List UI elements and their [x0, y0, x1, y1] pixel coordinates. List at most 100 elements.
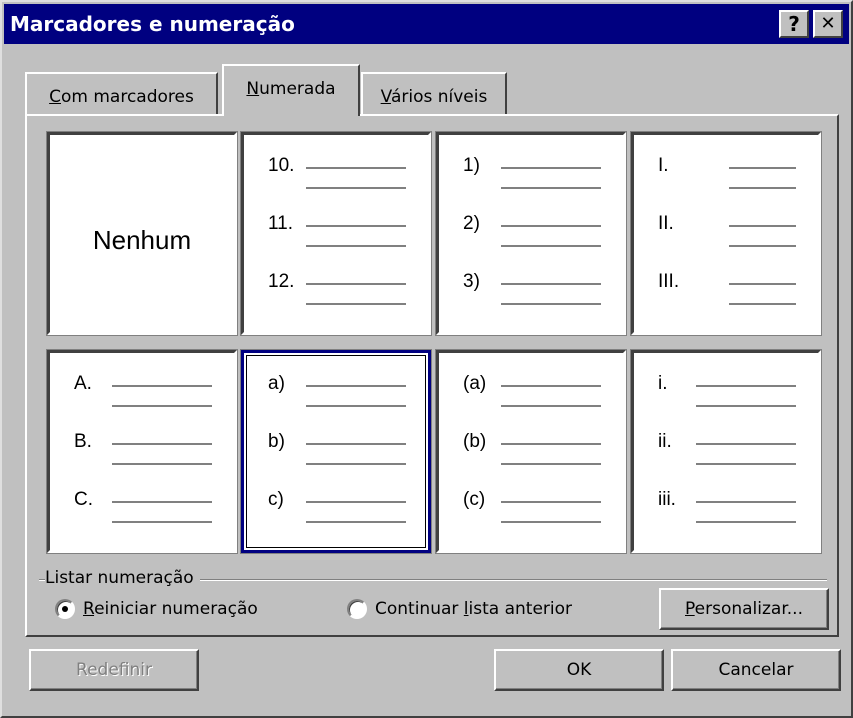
preview-line [696, 463, 796, 465]
preview-row: iii. [634, 489, 818, 533]
restart-numbering-label: Reiniciar numeração [83, 599, 258, 619]
preview-line [696, 443, 796, 445]
preview-row: III. [634, 271, 818, 315]
preview-number: a) [268, 373, 285, 394]
preview-number: (a) [463, 373, 487, 394]
preview-line [501, 283, 601, 285]
preview-row: a) [244, 373, 428, 417]
style-none[interactable]: Nenhum [46, 131, 238, 336]
preview-row: 10. [244, 155, 428, 199]
customize-button[interactable]: Personalizar... [659, 588, 829, 630]
continue-list-label: Continuar lista anterior [375, 599, 573, 619]
close-icon: ✕ [820, 13, 836, 34]
preview-row: I. [634, 155, 818, 199]
preview-row: II. [634, 213, 818, 257]
preview-number: III. [658, 271, 680, 292]
preview-line [501, 405, 601, 407]
tab-numerada-label: Numerada [246, 79, 336, 99]
preview-line [306, 405, 406, 407]
tab-numerada[interactable]: Numerada [222, 64, 360, 116]
preview-line [501, 443, 601, 445]
preview-number: 3) [463, 271, 480, 292]
tab-com-marcadores-label: Com marcadores [49, 87, 194, 107]
preview-line [729, 283, 796, 285]
preview-row: b) [244, 431, 428, 475]
preview-number: 2) [463, 213, 480, 234]
preview-row: (c) [439, 489, 623, 533]
preview-number: b) [268, 431, 285, 452]
preview-number: I. [658, 155, 669, 176]
preview-row: c) [244, 489, 428, 533]
style-upper-roman[interactable]: I. II. III. [630, 131, 822, 336]
preview-number: 11. [268, 213, 294, 234]
preview-line [112, 463, 212, 465]
preview-line [729, 245, 796, 247]
reset-button[interactable]: Redefinir [29, 649, 199, 691]
preview-line [501, 187, 601, 189]
title-bar[interactable]: Marcadores e numeração ? ✕ [4, 4, 849, 44]
bullets-and-numbering-dialog: Marcadores e numeração ? ✕ Com marcadore… [0, 0, 853, 718]
cancel-button[interactable]: Cancelar [671, 649, 841, 691]
preview-line [501, 521, 601, 523]
preview-line [306, 225, 406, 227]
radio-button-icon [347, 599, 367, 619]
preview-row: 12. [244, 271, 428, 315]
style-decimal-paren[interactable]: 1) 2) 3) [435, 131, 627, 336]
preview-line [696, 521, 796, 523]
style-lower-alpha-parens[interactable]: (a) (b) (c) [435, 349, 627, 554]
preview-number: 1) [463, 155, 480, 176]
help-button[interactable]: ? [779, 10, 809, 38]
preview-line [501, 225, 601, 227]
preview-line [501, 501, 601, 503]
preview-line [696, 501, 796, 503]
preview-row: i. [634, 373, 818, 417]
none-label: Nenhum [92, 225, 192, 255]
numbering-tab-panel: Nenhum 10. 11. 12. 1) 2) 3) I. II. III. A. B. C.… [25, 114, 839, 637]
style-decimal-10[interactable]: 10. 11. 12. [240, 131, 432, 336]
preview-line [112, 521, 212, 523]
preview-number: i. [658, 373, 668, 394]
preview-number: 10. [268, 155, 295, 176]
tab-varios-niveis-label: Vários níveis [380, 87, 488, 107]
preview-line [501, 303, 601, 305]
preview-line [306, 463, 406, 465]
preview-row: 11. [244, 213, 428, 257]
preview-line [501, 463, 601, 465]
preview-row: (a) [439, 373, 623, 417]
preview-number: II. [658, 213, 674, 234]
preview-row: 1) [439, 155, 623, 199]
ok-button[interactable]: OK [494, 649, 664, 691]
preview-line [306, 187, 406, 189]
preview-row: ii. [634, 431, 818, 475]
list-numbering-label: Listar numeração [45, 568, 200, 588]
preview-row: 2) [439, 213, 623, 257]
preview-line [729, 225, 796, 227]
preview-line [729, 303, 796, 305]
tab-varios-niveis[interactable]: Vários níveis [361, 72, 507, 114]
preview-number: (c) [463, 489, 486, 510]
preview-line [306, 385, 406, 387]
style-upper-alpha[interactable]: A. B. C. [46, 349, 238, 554]
preview-line [501, 385, 601, 387]
tab-com-marcadores[interactable]: Com marcadores [25, 72, 218, 114]
preview-number: C. [74, 489, 93, 510]
preview-line [306, 245, 406, 247]
preview-number: (b) [463, 431, 487, 452]
preview-number: A. [74, 373, 92, 394]
preview-line [306, 283, 406, 285]
preview-number: ii. [658, 431, 672, 452]
preview-row: A. [50, 373, 234, 417]
preview-line [306, 521, 406, 523]
preview-number: c) [268, 489, 284, 510]
preview-line [729, 167, 796, 169]
preview-line [306, 443, 406, 445]
style-lower-roman[interactable]: i. ii. iii. [630, 349, 822, 554]
style-lower-alpha-paren[interactable]: a) b) c) [240, 349, 432, 554]
preview-line [696, 385, 796, 387]
close-button[interactable]: ✕ [813, 10, 843, 38]
preview-line [306, 501, 406, 503]
preview-row: C. [50, 489, 234, 533]
preview-line [112, 405, 212, 407]
preview-row: 3) [439, 271, 623, 315]
preview-line [501, 245, 601, 247]
